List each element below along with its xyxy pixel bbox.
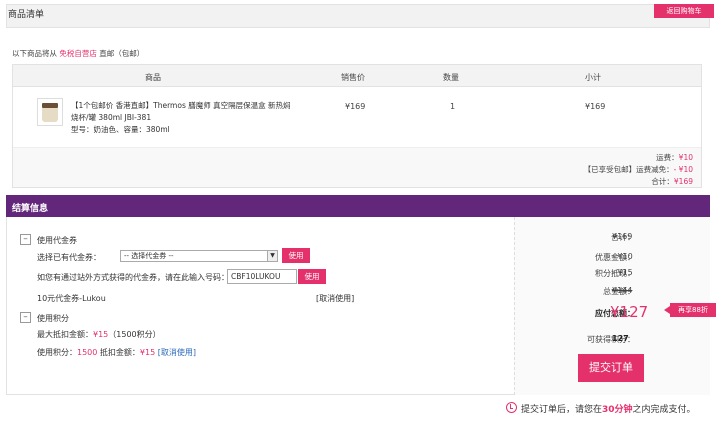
freight-line: 运费：¥10 bbox=[656, 152, 693, 163]
settlement-title: 结算信息 bbox=[12, 204, 49, 214]
use-coupon-button[interactable]: 使用 bbox=[282, 248, 310, 263]
chevron-down-icon[interactable]: ▼ bbox=[267, 251, 277, 261]
back-to-cart-button[interactable]: 返回购物车 bbox=[654, 4, 714, 18]
ship-prefix: 以下商品将从 bbox=[12, 49, 57, 58]
shipping-info: 以下商品将从 免税自营店 直邮（包邮） bbox=[12, 48, 144, 59]
product-table: 商品 销售价 数量 小计 【1个包邮价 香港直邮】Thermos 膳魔师 真空隔… bbox=[12, 64, 702, 188]
coupon-collapse-toggle[interactable]: – bbox=[20, 234, 31, 245]
deadline-suffix: 之内完成支付。 bbox=[632, 405, 696, 415]
deadline-time: 30分钟 bbox=[602, 405, 633, 415]
freight-label: 运费： bbox=[656, 153, 679, 162]
max-deduct-line: 最大抵扣金额：¥15（1500积分） bbox=[37, 329, 161, 340]
coupon-select-value: -- 选择代金券 -- bbox=[124, 252, 174, 260]
product-price: ¥169 bbox=[345, 102, 366, 111]
payment-deadline-note: 提交订单后，请您在30分钟之内完成支付。 bbox=[521, 402, 696, 415]
cancel-points-link[interactable]: [取消使用] bbox=[158, 348, 196, 357]
product-qty: 1 bbox=[450, 102, 456, 111]
total-value: ¥169 bbox=[673, 177, 693, 186]
discount-value: - ¥10 bbox=[673, 165, 693, 174]
points-used-value: 1500 bbox=[77, 348, 98, 357]
coupon-select[interactable]: -- 选择代金券 -- ▼ bbox=[120, 250, 278, 262]
coupon-select-label: 选择已有代金券： bbox=[37, 253, 101, 262]
discount-label: 【已享受包邮】运费减免： bbox=[583, 165, 674, 174]
store-link[interactable]: 免税自营店 bbox=[59, 49, 97, 58]
max-deduct-points: （1500积分） bbox=[108, 330, 161, 339]
total-amount-value: ¥144 bbox=[612, 286, 633, 295]
ship-suffix: 直邮（包邮） bbox=[99, 49, 145, 58]
points-section-label: 使用积分 bbox=[37, 314, 69, 323]
column-subtotal: 小计 bbox=[585, 73, 601, 82]
max-deduct-label: 最大抵扣金额： bbox=[37, 330, 93, 339]
coupon-code-label: 如您有通过站外方式获得的代金券，请在此输入号码： bbox=[37, 273, 229, 282]
table-summary: 运费：¥10 【已享受包邮】运费减免：- ¥10 合计：¥169 bbox=[13, 147, 701, 187]
deduct-label: 抵扣金额： bbox=[99, 348, 140, 357]
coupon-code-input[interactable]: CBF10LUKOU bbox=[227, 269, 297, 284]
product-subtotal: ¥169 bbox=[585, 102, 606, 111]
freight-value: ¥10 bbox=[678, 153, 693, 162]
earn-points-value: 127 bbox=[612, 334, 629, 343]
deduct-value: ¥15 bbox=[139, 348, 156, 357]
product-spec: 型号：奶油色、容量：380ml bbox=[71, 125, 170, 134]
product-info: 【1个包邮价 香港直邮】Thermos 膳魔师 真空隔层保温盒 新热焖烧杯/罐 … bbox=[71, 100, 295, 136]
points-used-label: 使用积分： bbox=[37, 348, 77, 357]
product-list-header bbox=[6, 4, 710, 28]
deadline-prefix: 提交订单后，请您在 bbox=[521, 405, 603, 415]
product-thumbnail[interactable] bbox=[37, 98, 63, 126]
submit-order-button[interactable]: 提交订单 bbox=[578, 354, 644, 382]
points-collapse-toggle[interactable]: – bbox=[20, 312, 31, 323]
column-product: 商品 bbox=[145, 73, 161, 82]
product-name[interactable]: 【1个包邮价 香港直邮】Thermos 膳魔师 真空隔层保温盒 新热焖烧杯/罐 … bbox=[71, 100, 295, 124]
discount-badge: 再享88折 bbox=[664, 303, 716, 317]
column-price: 销售价 bbox=[341, 73, 365, 82]
pay-total-value: ¥127 bbox=[610, 303, 649, 321]
points-used-line: 使用积分：1500 抵扣金额：¥15 [取消使用] bbox=[37, 347, 196, 358]
total-label: 合计： bbox=[651, 177, 674, 186]
product-list-title: 商品清单 bbox=[8, 10, 45, 20]
freight-discount-line: 【已享受包邮】运费减免：- ¥10 bbox=[584, 164, 693, 175]
points-amount-value: - ¥15 bbox=[612, 268, 633, 277]
table-total-line: 合计：¥169 bbox=[651, 176, 693, 187]
coupon-amount-value: - ¥10 bbox=[612, 252, 633, 261]
max-deduct-value: ¥15 bbox=[93, 330, 109, 339]
applied-coupon: 10元代金券-Lukou bbox=[37, 294, 106, 303]
settlement-header bbox=[6, 195, 710, 217]
thermos-body-icon bbox=[42, 108, 58, 122]
clock-icon bbox=[506, 402, 517, 413]
coupon-section-label: 使用代金券 bbox=[37, 236, 77, 245]
sum-value: ¥169 bbox=[612, 232, 633, 241]
use-code-button[interactable]: 使用 bbox=[298, 269, 326, 284]
column-qty: 数量 bbox=[443, 73, 459, 82]
cancel-coupon-link[interactable]: [取消使用] bbox=[316, 293, 354, 304]
